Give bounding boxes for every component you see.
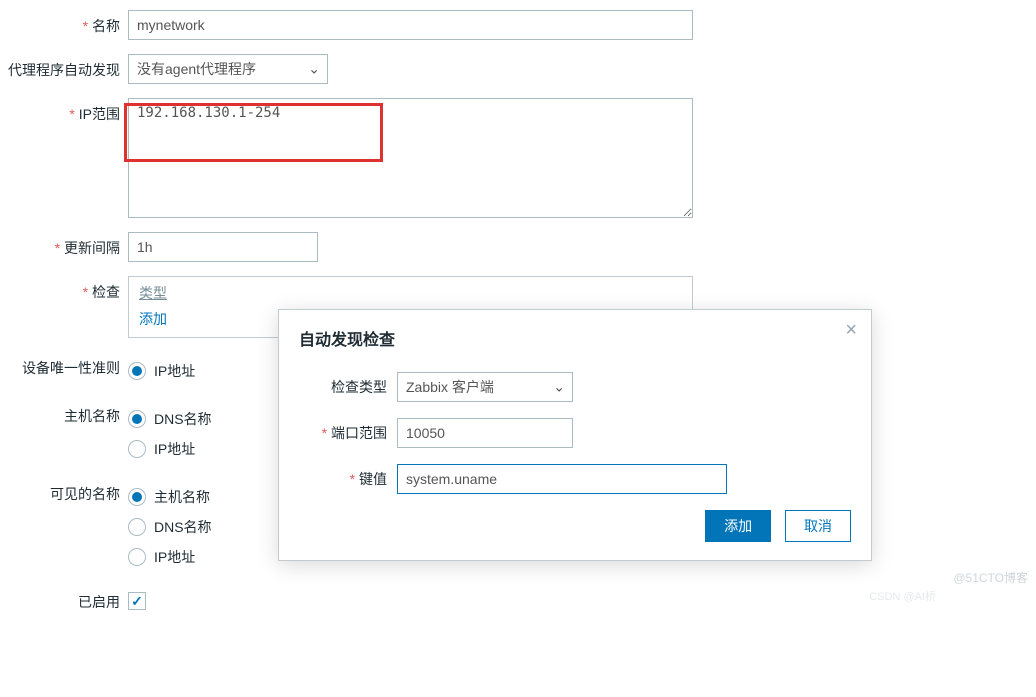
proxy-select[interactable]: 没有agent代理程序 (128, 54, 328, 84)
hostname-label: 主机名称 (0, 400, 128, 426)
check-type-select[interactable]: Zabbix 客户端 (397, 372, 573, 402)
uniqueness-radio-ip[interactable] (128, 362, 146, 380)
name-label: 名称 (0, 10, 128, 36)
name-input[interactable] (128, 10, 693, 40)
proxy-label: 代理程序自动发现 (0, 54, 128, 80)
checks-label: 检查 (0, 276, 128, 302)
cancel-button[interactable]: 取消 (785, 510, 851, 542)
uniqueness-group: IP地址 (128, 352, 195, 386)
ip-range-label: IP范围 (0, 98, 128, 124)
modal-title: 自动发现检查 (299, 326, 851, 350)
visiblename-option-label: 主机名称 (154, 487, 210, 507)
key-label: 键值 (299, 469, 397, 489)
port-range-label: 端口范围 (299, 423, 397, 443)
ip-range-input[interactable] (128, 98, 693, 218)
checks-type-header: 类型 (139, 283, 682, 303)
interval-input[interactable] (128, 232, 318, 262)
uniqueness-label: 设备唯一性准则 (0, 352, 128, 378)
visiblename-radio-ip[interactable] (128, 548, 146, 566)
discovery-check-modal: × 自动发现检查 检查类型 Zabbix 客户端 ⌄ 端口范围 键值 添加 取消 (278, 309, 872, 561)
hostname-radio-dns[interactable] (128, 410, 146, 428)
visiblename-label: 可见的名称 (0, 478, 128, 504)
interval-label: 更新间隔 (0, 232, 128, 258)
enabled-checkbox[interactable] (128, 592, 146, 610)
visiblename-option-label: DNS名称 (154, 517, 212, 537)
hostname-radio-ip[interactable] (128, 440, 146, 458)
visiblename-option-label: IP地址 (154, 547, 195, 567)
visiblename-radio-dns[interactable] (128, 518, 146, 536)
hostname-group: DNS名称 IP地址 (128, 400, 212, 464)
hostname-option-label: DNS名称 (154, 409, 212, 429)
visiblename-radio-hostname[interactable] (128, 488, 146, 506)
watermark: CSDN @AI桥 (869, 588, 936, 604)
enabled-label: 已启用 (0, 586, 128, 612)
key-input[interactable] (397, 464, 727, 494)
check-type-label: 检查类型 (299, 377, 397, 397)
port-range-input[interactable] (397, 418, 573, 448)
add-button[interactable]: 添加 (705, 510, 771, 542)
close-icon[interactable]: × (845, 320, 857, 340)
watermark: @51CTO博客 (953, 569, 1028, 586)
visiblename-group: 主机名称 DNS名称 IP地址 (128, 478, 212, 572)
uniqueness-option-label: IP地址 (154, 361, 195, 381)
hostname-option-label: IP地址 (154, 439, 195, 459)
